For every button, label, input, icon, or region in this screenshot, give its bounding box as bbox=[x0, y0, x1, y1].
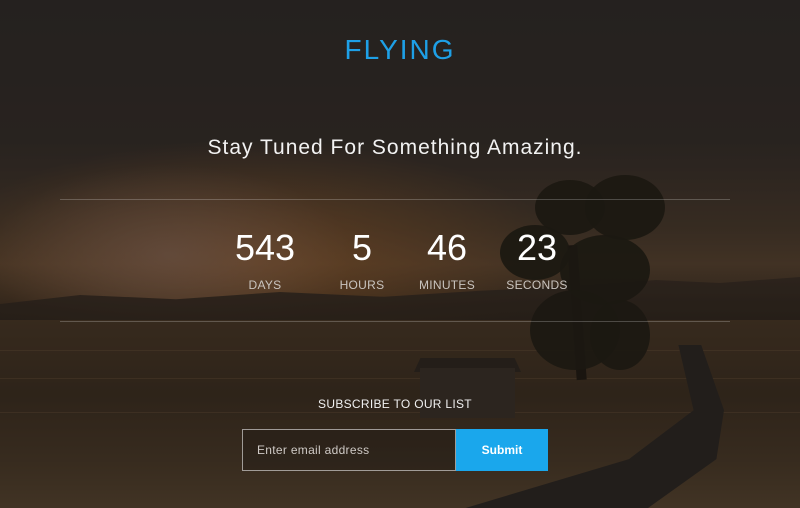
countdown-minutes-label: MINUTES bbox=[418, 278, 476, 292]
subscribe-heading: SUBSCRIBE TO OUR LIST bbox=[318, 397, 472, 411]
countdown-hours-value: 5 bbox=[351, 227, 373, 268]
coming-soon-content: FLYING Stay Tuned For Something Amazing.… bbox=[0, 0, 800, 508]
countdown-days-value: 543 bbox=[234, 227, 296, 268]
countdown-seconds: 23 SECONDS bbox=[502, 226, 572, 292]
divider-bottom bbox=[60, 321, 730, 322]
countdown-minutes-value: 46 bbox=[426, 227, 468, 268]
countdown-days-label: DAYS bbox=[248, 278, 282, 292]
countdown-hours: 5 HOURS bbox=[332, 226, 392, 292]
countdown-minutes: 46 MINUTES bbox=[412, 226, 482, 292]
countdown-hours-label: HOURS bbox=[339, 278, 385, 292]
submit-button[interactable]: Submit bbox=[456, 429, 548, 471]
tagline: Stay Tuned For Something Amazing. bbox=[207, 136, 583, 159]
countdown-days: 543 DAYS bbox=[218, 226, 312, 292]
subscribe-form: Submit bbox=[242, 429, 548, 471]
divider-top bbox=[60, 199, 730, 200]
countdown-seconds-label: SECONDS bbox=[506, 278, 568, 292]
brand-logo: FLYING bbox=[344, 34, 456, 65]
countdown-seconds-value: 23 bbox=[516, 227, 558, 268]
email-input[interactable] bbox=[242, 429, 456, 471]
hero-section: FLYING Stay Tuned For Something Amazing.… bbox=[0, 0, 800, 508]
countdown-timer: 543 DAYS 5 HOURS 46 MINUTES 23 SECONDS bbox=[0, 226, 790, 292]
